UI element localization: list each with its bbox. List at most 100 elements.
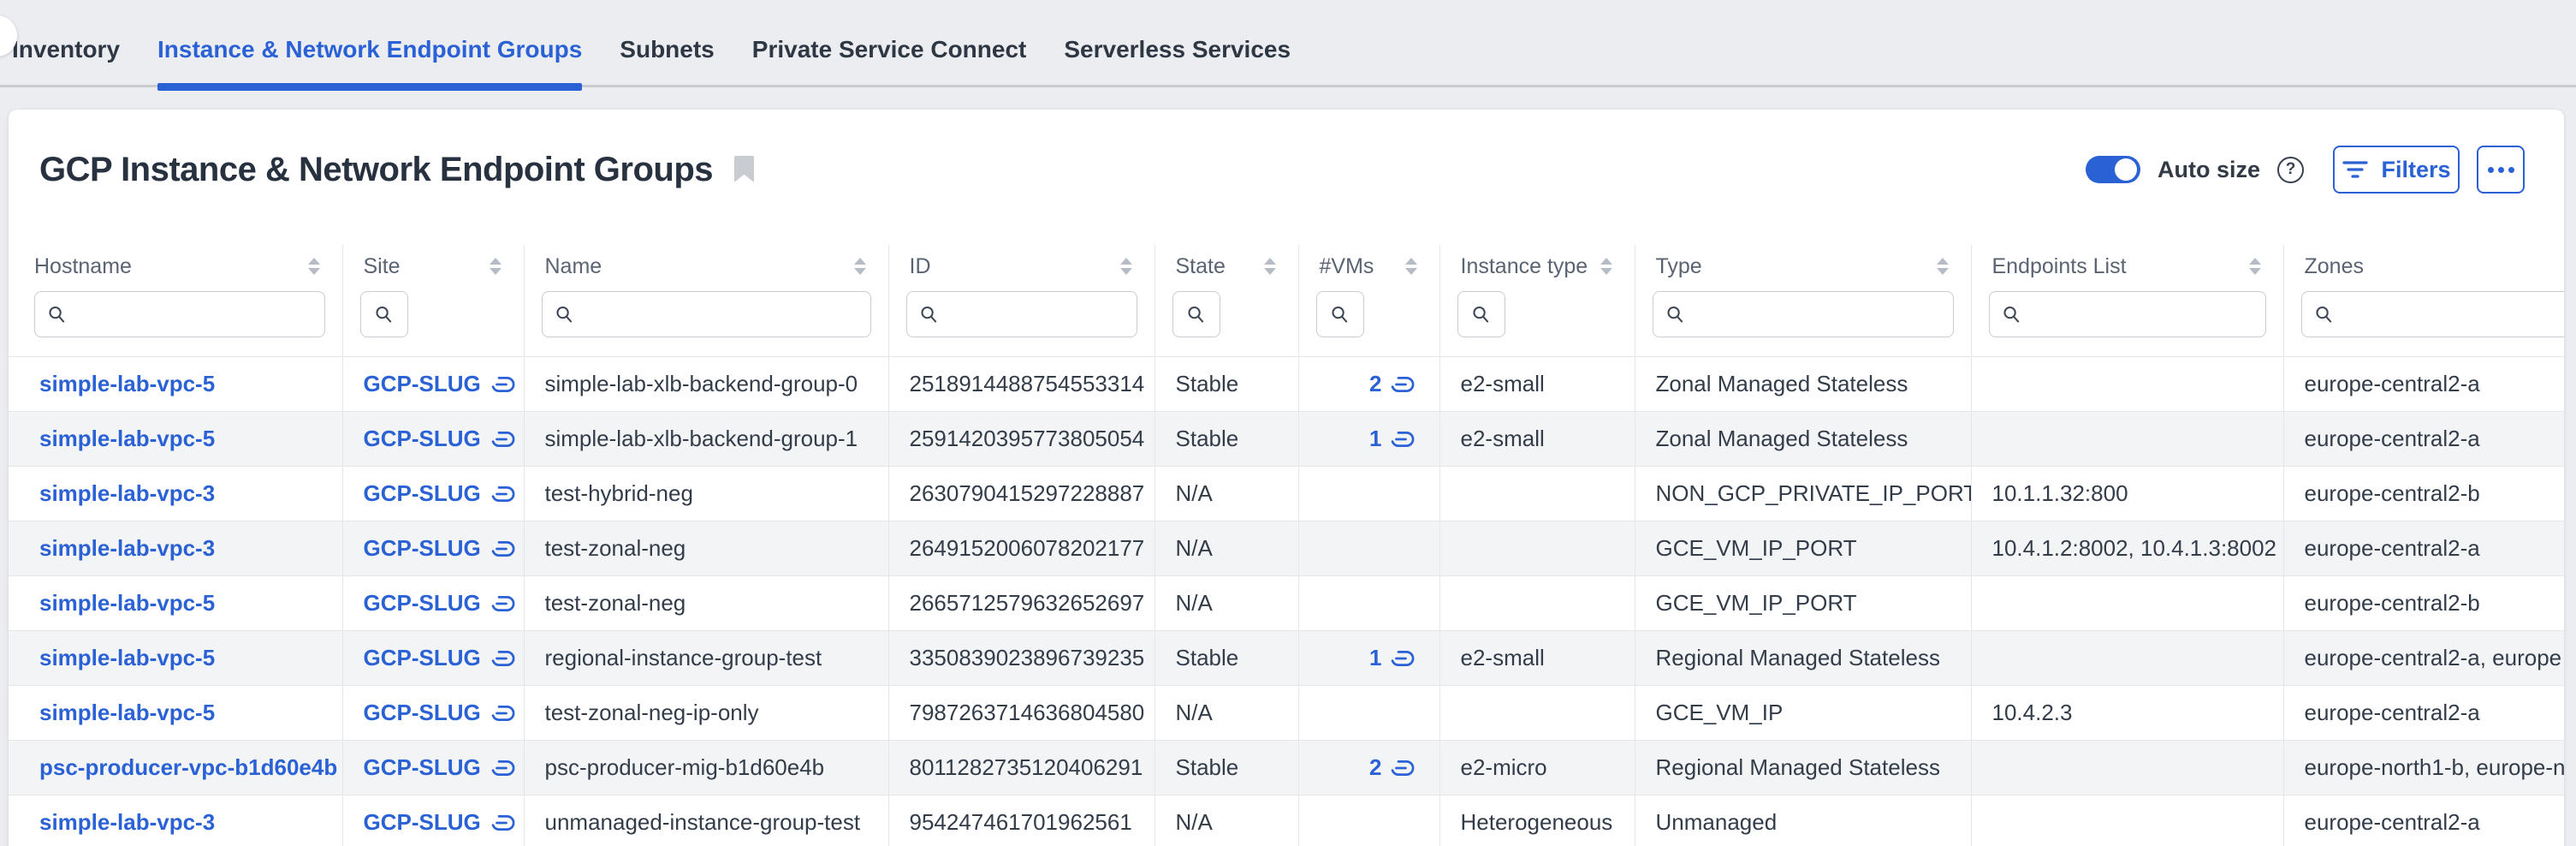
site-filter[interactable] xyxy=(360,291,408,337)
link-icon xyxy=(490,486,516,503)
vms-cell: 1 xyxy=(1298,412,1439,467)
site-link[interactable]: GCP-SLUG xyxy=(364,426,516,452)
auto-size-label: Auto size xyxy=(2158,157,2260,183)
sort-icon[interactable] xyxy=(308,258,320,275)
instance-type-cell: e2-small xyxy=(1439,631,1635,686)
sort-icon[interactable] xyxy=(1937,258,1949,275)
help-icon[interactable]: ? xyxy=(2277,157,2304,183)
zones-cell: europe-central2-a xyxy=(2283,412,2564,467)
hostname-cell: simple-lab-vpc-5 xyxy=(9,631,342,686)
col-name: Name xyxy=(524,245,888,288)
type-cell: Regional Managed Stateless xyxy=(1635,631,1971,686)
hostname-cell: simple-lab-vpc-3 xyxy=(9,521,342,576)
sort-icon[interactable] xyxy=(490,258,502,275)
sort-icon[interactable] xyxy=(854,258,866,275)
id-cell: 2518914488754553314 xyxy=(888,357,1154,412)
type-cell: GCE_VM_IP_PORT xyxy=(1635,576,1971,631)
zones-cell: europe-central2-a xyxy=(2283,795,2564,846)
hostname-link[interactable]: simple-lab-vpc-3 xyxy=(39,480,215,506)
search-icon xyxy=(2002,305,2021,325)
sort-icon[interactable] xyxy=(1120,258,1132,275)
vms-filter[interactable] xyxy=(1316,291,1364,337)
col-id: ID xyxy=(888,245,1154,288)
vms-link[interactable]: 1 xyxy=(1369,645,1415,671)
bookmark-icon[interactable] xyxy=(733,156,755,183)
site-link[interactable]: GCP-SLUG xyxy=(364,590,516,617)
instance-type-cell: e2-small xyxy=(1439,412,1635,467)
hostname-link[interactable]: simple-lab-vpc-3 xyxy=(39,535,215,561)
sort-icon[interactable] xyxy=(1264,258,1276,275)
instance-neg-table: Hostname Site Name ID State #VMs Instanc… xyxy=(9,245,2564,846)
id-cell: 954247461701962561 xyxy=(888,795,1154,846)
vms-link[interactable]: 2 xyxy=(1369,371,1415,397)
zones-cell: europe-north1-b, europe-n xyxy=(2283,741,2564,795)
table-row: simple-lab-vpc-5 GCP-SLUG regional-insta… xyxy=(9,631,2564,686)
endpoints-cell xyxy=(1971,576,2283,631)
zones-cell: europe-central2-a xyxy=(2283,521,2564,576)
vms-link[interactable]: 2 xyxy=(1369,754,1415,781)
tab-subnets[interactable]: Subnets xyxy=(620,0,714,91)
hostname-link[interactable]: simple-lab-vpc-3 xyxy=(39,809,215,835)
hostname-cell: simple-lab-vpc-5 xyxy=(9,576,342,631)
name-cell: unmanaged-instance-group-test xyxy=(524,795,888,846)
site-link[interactable]: GCP-SLUG xyxy=(364,700,516,726)
link-icon xyxy=(490,431,516,448)
sort-icon[interactable] xyxy=(2249,258,2261,275)
auto-size-toggle[interactable] xyxy=(2086,156,2140,183)
hostname-link[interactable]: simple-lab-vpc-5 xyxy=(39,371,215,396)
hostname-filter xyxy=(34,291,325,337)
sort-icon[interactable] xyxy=(1405,258,1417,275)
name-cell: test-zonal-neg xyxy=(524,576,888,631)
table-container: Hostname Site Name ID State #VMs Instanc… xyxy=(9,245,2564,846)
header-label-row: Hostname Site Name ID State #VMs Instanc… xyxy=(9,245,2564,288)
search-icon xyxy=(2314,305,2334,325)
hostname-link[interactable]: psc-producer-vpc-b1d60e4b xyxy=(39,754,337,780)
site-link[interactable]: GCP-SLUG xyxy=(364,754,516,781)
type-filter-input[interactable] xyxy=(1694,302,1941,327)
site-cell: GCP-SLUG xyxy=(342,357,524,412)
hostname-filter-input[interactable] xyxy=(75,302,312,327)
type-cell: NON_GCP_PRIVATE_IP_PORT xyxy=(1635,467,1971,521)
site-link[interactable]: GCP-SLUG xyxy=(364,535,516,562)
more-options-button[interactable] xyxy=(2477,146,2525,194)
link-icon xyxy=(490,595,516,612)
page-title: GCP Instance & Network Endpoint Groups xyxy=(39,151,713,189)
hostname-link[interactable]: simple-lab-vpc-5 xyxy=(39,426,215,451)
name-cell: test-hybrid-neg xyxy=(524,467,888,521)
content-card: GCP Instance & Network Endpoint Groups A… xyxy=(9,110,2564,846)
site-link[interactable]: GCP-SLUG xyxy=(364,645,516,671)
vms-cell xyxy=(1298,521,1439,576)
filters-button[interactable]: Filters xyxy=(2333,146,2460,194)
endpoints-cell: 10.1.1.32:800 xyxy=(1971,467,2283,521)
instance-type-cell xyxy=(1439,467,1635,521)
instance-type-cell xyxy=(1439,686,1635,741)
filter-icon xyxy=(2342,159,2369,180)
hostname-cell: psc-producer-vpc-b1d60e4b xyxy=(9,741,342,795)
id-filter-input[interactable] xyxy=(947,302,1125,327)
site-link[interactable]: GCP-SLUG xyxy=(364,480,516,507)
vms-link[interactable]: 1 xyxy=(1369,426,1415,452)
tab-serverless-services[interactable]: Serverless Services xyxy=(1064,0,1291,91)
endpoints-filter-input[interactable] xyxy=(2030,302,2253,327)
hostname-link[interactable]: simple-lab-vpc-5 xyxy=(39,700,215,725)
zones-cell: europe-central2-a xyxy=(2283,686,2564,741)
tab-instance-network-endpoint-groups[interactable]: Instance & Network Endpoint Groups xyxy=(157,0,582,91)
tab-inventory[interactable]: Inventory xyxy=(12,0,120,91)
instance-type-filter[interactable] xyxy=(1457,291,1505,337)
zones-filter-input[interactable] xyxy=(2342,302,2565,327)
name-filter-input[interactable] xyxy=(583,302,858,327)
name-cell: psc-producer-mig-b1d60e4b xyxy=(524,741,888,795)
name-cell: regional-instance-group-test xyxy=(524,631,888,686)
sort-icon[interactable] xyxy=(1600,258,1612,275)
link-icon xyxy=(490,376,516,393)
tab-private-service-connect[interactable]: Private Service Connect xyxy=(752,0,1027,91)
hostname-link[interactable]: simple-lab-vpc-5 xyxy=(39,590,215,616)
id-cell: 2649152006078202177 xyxy=(888,521,1154,576)
site-link[interactable]: GCP-SLUG xyxy=(364,371,516,397)
id-cell: 3350839023896739235 xyxy=(888,631,1154,686)
site-link[interactable]: GCP-SLUG xyxy=(364,809,516,836)
id-filter xyxy=(906,291,1137,337)
state-filter[interactable] xyxy=(1172,291,1220,337)
state-cell: N/A xyxy=(1154,686,1298,741)
hostname-link[interactable]: simple-lab-vpc-5 xyxy=(39,645,215,670)
